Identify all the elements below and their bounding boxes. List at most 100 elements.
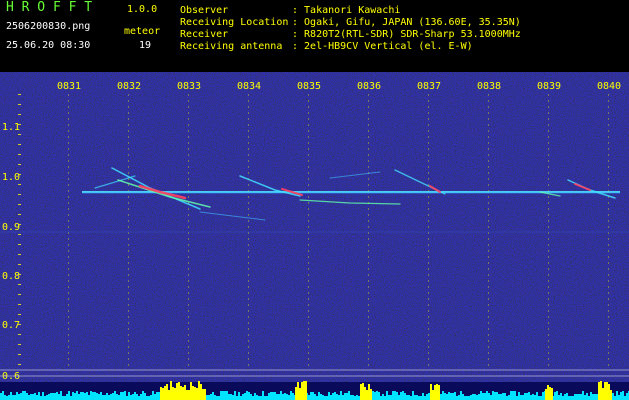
grid-dot xyxy=(128,334,129,336)
grid-dot xyxy=(608,124,609,126)
grid-dot xyxy=(248,130,249,132)
grid-dot xyxy=(368,346,369,348)
grid-dot xyxy=(488,154,489,156)
activity-bar xyxy=(434,385,436,400)
noise-bar xyxy=(622,391,624,400)
grid-dot xyxy=(608,184,609,186)
grid-dot xyxy=(368,238,369,240)
activity-bar xyxy=(164,386,166,400)
noise-bar xyxy=(588,396,590,400)
grid-dot xyxy=(188,340,189,342)
grid-dot xyxy=(68,322,69,324)
noise-bar xyxy=(122,392,124,400)
x-tick-label: 0832 xyxy=(117,81,141,92)
activity-bar xyxy=(299,388,301,400)
noise-bar xyxy=(500,394,502,400)
noise-bar xyxy=(264,396,266,400)
grid-dot xyxy=(308,220,309,222)
activity-bar xyxy=(604,382,606,400)
noise-bar xyxy=(74,393,76,400)
grid-dot xyxy=(428,214,429,216)
grid-dot xyxy=(488,340,489,342)
noise-bar xyxy=(480,391,482,400)
grid-dot xyxy=(188,334,189,336)
grid-dot xyxy=(488,214,489,216)
grid-dot xyxy=(488,136,489,138)
grid-dot xyxy=(68,160,69,162)
noise-bar xyxy=(246,391,248,400)
noise-bar xyxy=(492,391,494,400)
grid-dot xyxy=(308,178,309,180)
activity-bar xyxy=(162,388,164,400)
grid-dot xyxy=(308,304,309,306)
y-tick-mark xyxy=(18,184,21,185)
grid-dot xyxy=(128,268,129,270)
activity-bar xyxy=(200,384,202,400)
grid-dot xyxy=(68,250,69,252)
activity-bar xyxy=(598,382,600,400)
grid-dot xyxy=(428,220,429,222)
grid-dot xyxy=(608,202,609,204)
grid-dot xyxy=(548,292,549,294)
noise-bar xyxy=(454,392,456,400)
noise-bar xyxy=(478,394,480,400)
grid-dot xyxy=(608,328,609,330)
noise-bar xyxy=(338,395,340,400)
grid-dot xyxy=(308,298,309,300)
grid-dot xyxy=(548,100,549,102)
grid-dot xyxy=(248,154,249,156)
grid-dot xyxy=(548,148,549,150)
grid-dot xyxy=(548,94,549,96)
grid-dot xyxy=(548,130,549,132)
grid-dot xyxy=(188,274,189,276)
label-antenna: Receiving antenna xyxy=(180,41,283,52)
grid-dot xyxy=(488,352,489,354)
grid-dot xyxy=(608,226,609,228)
grid-dot xyxy=(428,358,429,360)
grid-dot xyxy=(548,106,549,108)
grid-dot xyxy=(128,298,129,300)
grid-dot xyxy=(368,304,369,306)
noise-bar xyxy=(558,395,560,400)
grid-dot xyxy=(128,148,129,150)
y-tick-mark xyxy=(18,314,21,315)
grid-dot xyxy=(248,106,249,108)
grid-dot xyxy=(368,286,369,288)
grid-dot xyxy=(128,286,129,288)
grid-dot xyxy=(308,322,309,324)
grid-dot xyxy=(608,268,609,270)
grid-dot xyxy=(128,166,129,168)
grid-dot xyxy=(308,274,309,276)
noise-bar xyxy=(118,395,120,400)
noise-bar xyxy=(486,391,488,400)
noise-bar xyxy=(316,396,318,400)
grid-dot xyxy=(248,244,249,246)
grid-dot xyxy=(248,100,249,102)
grid-dot xyxy=(608,166,609,168)
grid-dot xyxy=(368,268,369,270)
grid-dot xyxy=(428,178,429,180)
grid-dot xyxy=(188,112,189,114)
noise-bar xyxy=(136,394,138,400)
y-tick-label: 0.7 xyxy=(2,320,20,331)
noise-bar xyxy=(456,396,458,400)
grid-dot xyxy=(548,184,549,186)
noise-bar xyxy=(398,395,400,400)
noise-bar xyxy=(328,392,330,400)
grid-dot xyxy=(548,352,549,354)
grid-dot xyxy=(488,202,489,204)
grid-dot xyxy=(488,316,489,318)
noise-bar xyxy=(34,393,36,400)
grid-dot xyxy=(428,280,429,282)
noise-bar xyxy=(374,392,376,400)
grid-dot xyxy=(368,280,369,282)
grid-dot xyxy=(128,226,129,228)
noise-bar xyxy=(440,394,442,400)
grid-dot xyxy=(428,148,429,150)
grid-dot xyxy=(308,184,309,186)
noise-bar xyxy=(288,395,290,400)
grid-dot xyxy=(248,124,249,126)
grid-dot xyxy=(308,280,309,282)
noise-bar xyxy=(408,395,410,400)
noise-bar xyxy=(322,395,324,400)
